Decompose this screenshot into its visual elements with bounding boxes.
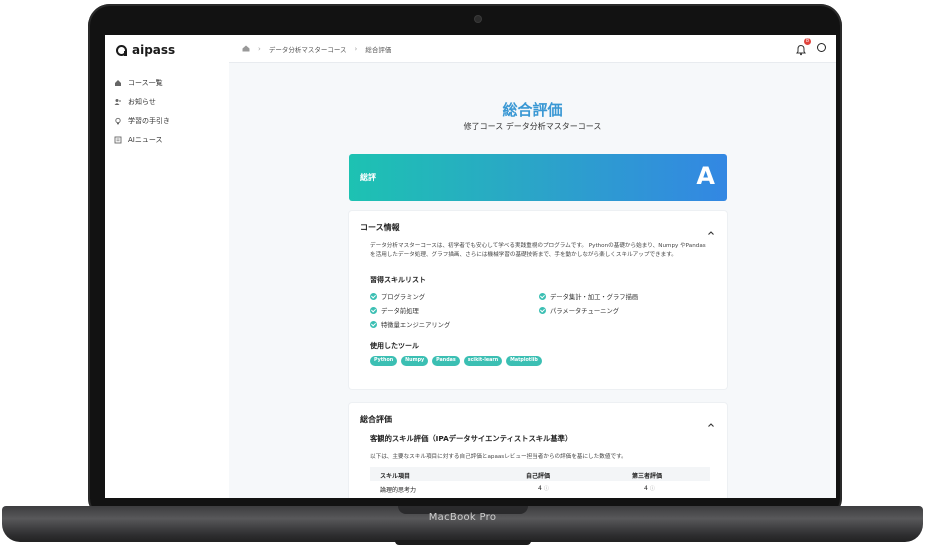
overall-grade-card: 総評 A: [349, 154, 727, 201]
check-icon: [539, 307, 546, 314]
evaluation-heading: 総合評価: [360, 415, 392, 424]
skill-label: プログラミング: [381, 294, 426, 301]
info-icon: ⓘ: [543, 486, 549, 492]
sidebar-item-label: コース一覧: [128, 78, 163, 87]
evaluation-description: 以下は、主要なスキル項目に対する自己評価とapaasレビュー担当者からの評価を基…: [370, 454, 627, 460]
course-description: データ分析マスターコースは、初学者でも安心して学べる実践重視のプログラムです。 …: [370, 243, 706, 258]
course-info-panel: コース情報 データ分析マスターコースは、初学者でも安心して学べる実践重視のプログ…: [349, 211, 727, 389]
tool-tag: Pandas: [432, 356, 460, 366]
chevron-right-icon: ›: [354, 45, 358, 53]
notification-badge: 8: [804, 38, 811, 45]
logo-text: aipass: [132, 43, 176, 57]
account-logo-icon[interactable]: [817, 42, 826, 52]
screen: aipass コース一覧 お知らせ 学習の手引き AIニュース › データ分析マ…: [105, 35, 836, 498]
column-header: スキル項目: [380, 473, 411, 480]
sidebar: aipass コース一覧 お知らせ 学習の手引き AIニュース: [105, 35, 230, 498]
lightbulb-icon: [114, 117, 122, 125]
evaluation-subheading: 客観的スキル評価（IPAデータサイエンティストスキル基準）: [370, 434, 573, 443]
sidebar-item-news[interactable]: お知らせ: [114, 92, 170, 111]
skill-item: プログラミング: [370, 292, 425, 301]
breadcrumb-current: 総合評価: [365, 46, 392, 54]
grade-label: 総評: [360, 173, 376, 182]
device-brand-label: MacBook Pro: [428, 512, 497, 523]
topbar-actions: 8: [795, 38, 826, 56]
home-icon[interactable]: [242, 45, 250, 54]
course-info-heading: コース情報: [360, 223, 400, 232]
chevron-right-icon: ›: [258, 45, 261, 53]
skills-heading: 習得スキルリスト: [370, 276, 426, 284]
sidebar-item-guide[interactable]: 学習の手引き: [114, 111, 170, 130]
third-score-cell: 4 ⓘ: [644, 485, 655, 492]
chevron-up-icon[interactable]: [707, 414, 715, 427]
sidebar-item-label: 学習の手引き: [128, 116, 170, 125]
tool-tag: Numpy: [401, 356, 429, 366]
home-icon: [114, 79, 122, 87]
topbar: › データ分析マスターコース › 総合評価 8: [229, 35, 836, 63]
check-icon: [370, 307, 377, 314]
skill-label: データ集計・加工・グラフ描画: [550, 294, 639, 301]
self-score: 4: [538, 485, 542, 492]
skill-label: データ前処理: [381, 308, 419, 315]
skill-item: データ集計・加工・グラフ描画: [539, 292, 638, 301]
breadcrumb-course[interactable]: データ分析マスターコース: [269, 44, 347, 54]
page-subtitle: 修了コース データ分析マスターコース: [463, 122, 602, 131]
app-logo[interactable]: aipass: [116, 43, 175, 57]
column-header: 自己評価: [526, 473, 551, 480]
table-header: スキル項目 自己評価 第三者評価: [370, 467, 710, 481]
newspaper-icon: [114, 136, 122, 144]
chevron-up-icon[interactable]: [707, 222, 715, 235]
tool-tag: Python: [370, 356, 398, 366]
laptop-foot: [395, 540, 531, 545]
breadcrumb: › データ分析マスターコース › 総合評価: [242, 44, 391, 54]
tool-tags: Python Numpy Pandas scikit-learn Matplot…: [370, 356, 542, 366]
camera-icon: [475, 16, 481, 22]
main-content: 総合評価 修了コース データ分析マスターコース 総評 A コース情報 データ分析…: [229, 63, 836, 498]
skill-item: パラメータチューニング: [539, 306, 619, 315]
table-row: 論理的思考力 4 ⓘ 4 ⓘ: [370, 483, 710, 495]
evaluation-panel: 総合評価 客観的スキル評価（IPAデータサイエンティストスキル基準） 以下は、主…: [349, 403, 727, 498]
tool-tag: scikit-learn: [463, 356, 503, 366]
check-icon: [539, 293, 546, 300]
grade-value: A: [696, 162, 715, 190]
self-score-cell: 4 ⓘ: [538, 485, 549, 492]
check-icon: [370, 293, 377, 300]
skill-item: データ前処理: [370, 306, 419, 315]
sidebar-item-label: お知らせ: [128, 97, 156, 106]
info-icon: ⓘ: [649, 486, 655, 492]
page-title: 総合評価: [502, 101, 563, 119]
skill-item: 特徴量エンジニアリング: [370, 320, 450, 329]
tool-tag: Matplotlib: [506, 356, 542, 366]
sidebar-item-courses[interactable]: コース一覧: [114, 73, 170, 92]
third-score: 4: [644, 485, 648, 492]
logo-icon: [116, 44, 127, 56]
notification-bell-icon[interactable]: 8: [795, 38, 811, 56]
column-header: 第三者評価: [632, 473, 663, 480]
skill-label: 特徴量エンジニアリング: [381, 322, 451, 329]
users-icon: [114, 98, 122, 106]
sidebar-item-label: AIニュース: [128, 135, 163, 144]
sidebar-nav: コース一覧 お知らせ 学習の手引き AIニュース: [114, 73, 170, 149]
sidebar-item-ai-news[interactable]: AIニュース: [114, 130, 170, 149]
skill-label: パラメータチューニング: [550, 308, 620, 315]
tools-heading: 使用したツール: [370, 342, 419, 350]
skill-item-cell: 論理的思考力: [380, 487, 417, 494]
check-icon: [370, 321, 377, 328]
